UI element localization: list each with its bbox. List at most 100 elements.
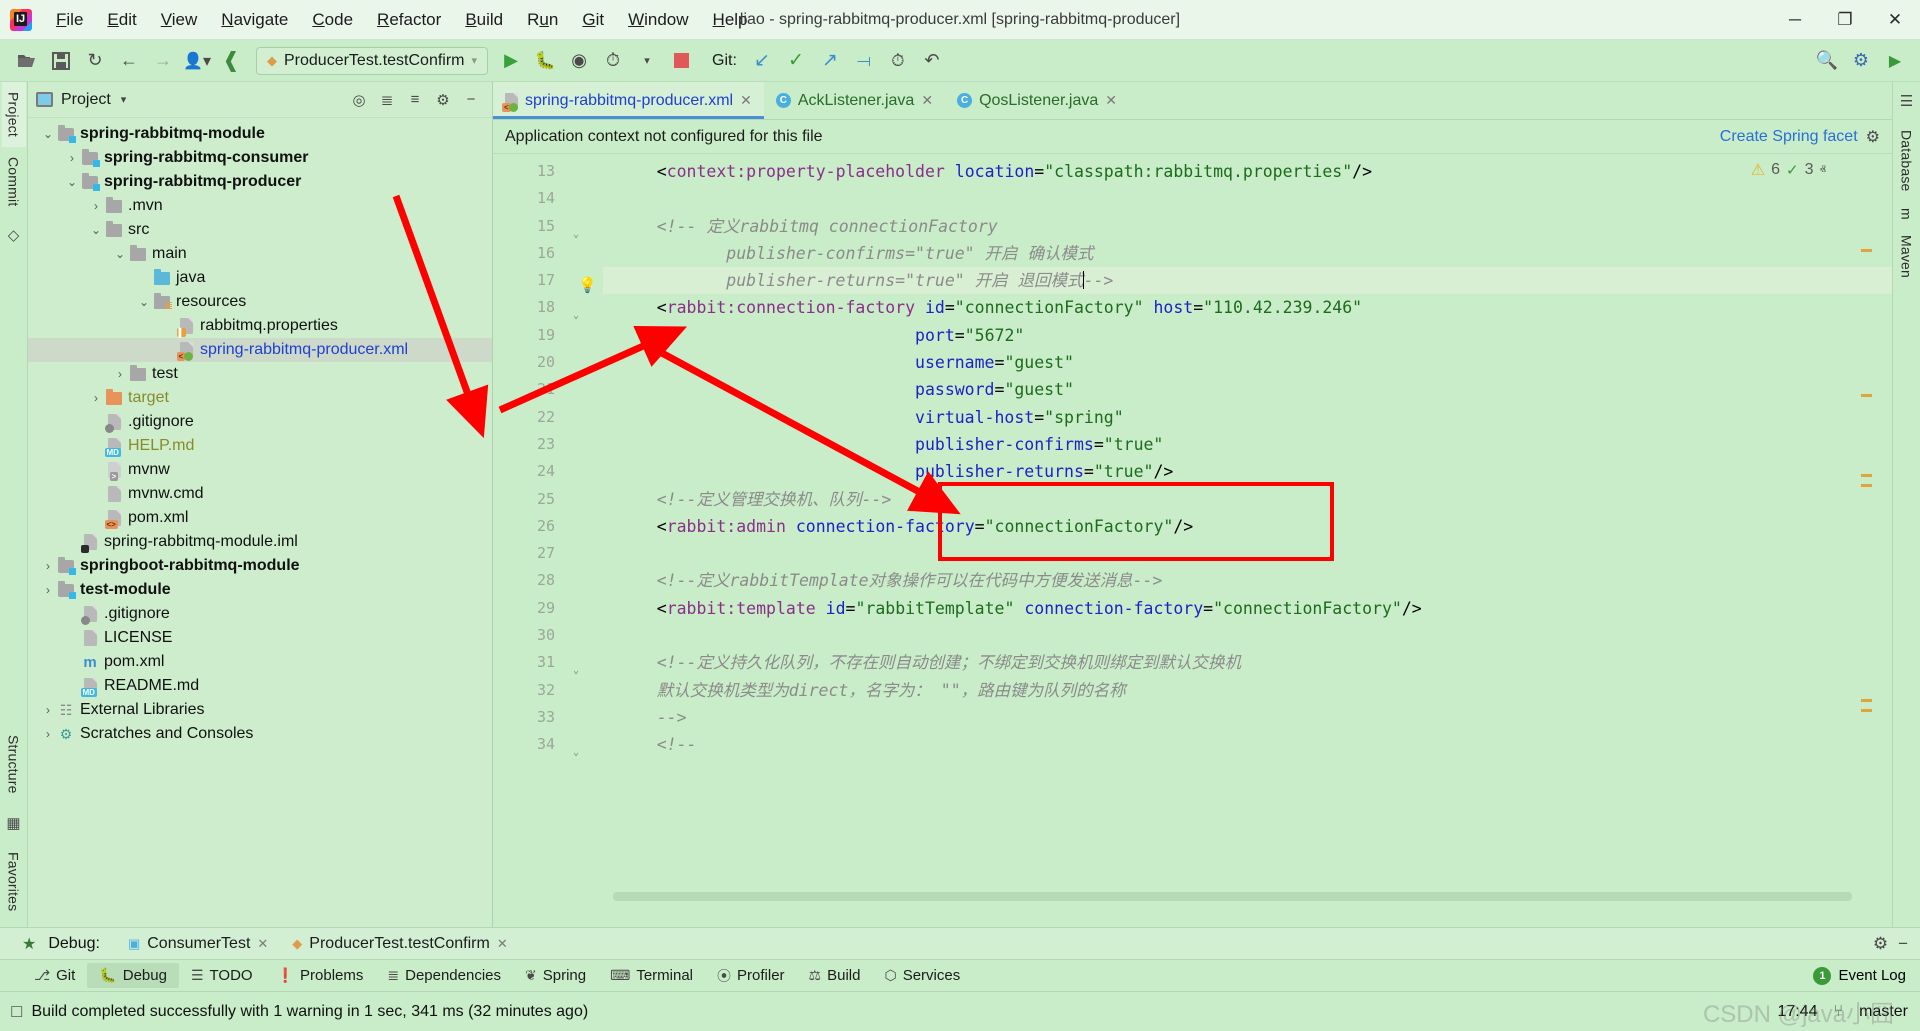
sidebar-tab-maven[interactable]: Maven (1895, 225, 1919, 288)
settings-gear-icon[interactable]: ⚙ (1866, 127, 1880, 147)
chevron-right-icon[interactable]: › (40, 583, 56, 597)
close-icon[interactable]: ✕ (1105, 92, 1117, 109)
sidebar-tab-m[interactable]: m (1895, 202, 1919, 226)
code-line[interactable]: publisher-returns="true"/> (603, 458, 1892, 485)
inspection-widget[interactable]: ⚠ 6 ✓ 3 ⱏ ⱟ (1751, 160, 1832, 180)
tree-node-main[interactable]: ⌄ main (28, 242, 492, 266)
code-line[interactable]: <context:property-placeholder location="… (603, 158, 1892, 185)
editor-status-stripe[interactable] (1860, 154, 1874, 929)
bottom-tab-build[interactable]: ⚖ Build (797, 963, 873, 988)
code-line[interactable]: <rabbit:admin connection-factory="connec… (603, 513, 1892, 540)
code-line[interactable]: 默认交换机类型为direct，名字为： ""，路由键为队列的名称 (603, 677, 1892, 704)
bottom-tool-bar[interactable]: ⎇ Git 🐛 Debug ☰ TODO ❗ Problems ≣ Dependencies ❦ Sp… (0, 959, 1920, 991)
bottom-tab-services[interactable]: ⬡ Services (872, 963, 972, 988)
code-line[interactable] (603, 622, 1892, 649)
update-project-icon[interactable]: 👤▾ (180, 45, 214, 77)
sidebar-tab-structure[interactable]: Structure (2, 725, 26, 804)
git-commit-icon[interactable]: ✓ (779, 45, 813, 77)
tree-node-gitignore[interactable]: ›.gitignore (28, 410, 492, 434)
chevron-right-icon[interactable]: › (112, 367, 128, 381)
code-line[interactable]: <!-- (603, 731, 1892, 758)
bottom-tab-problems[interactable]: ❗ Problems (265, 963, 376, 988)
collapse-all-icon[interactable]: ≡ (402, 87, 428, 113)
menu-item-edit[interactable]: Edit (95, 6, 148, 34)
close-icon[interactable]: ✕ (497, 936, 508, 952)
tree-node-resources[interactable]: ⌄ resources (28, 290, 492, 314)
bottom-tab-spring[interactable]: ❦ Spring (513, 963, 598, 988)
editor-tab-acklistener-java[interactable]: C AckListener.java ✕ (764, 82, 945, 119)
line-number[interactable]: 34 ⌄ (493, 731, 603, 758)
git-push-icon[interactable]: ↗ (813, 45, 847, 77)
tree-node-java[interactable]: ›java (28, 266, 492, 290)
line-number[interactable]: 30 (493, 622, 603, 649)
back-arrow-icon[interactable]: ← (112, 45, 146, 77)
git-update-icon[interactable]: ↙ (745, 45, 779, 77)
tree-node-mvnw-cmd[interactable]: ›mvnw.cmd (28, 482, 492, 506)
line-number[interactable]: 19 (493, 322, 603, 349)
git-branch-icon[interactable]: ⑂ (1833, 1003, 1843, 1021)
settings-gear-icon[interactable]: ⚙ (1873, 934, 1888, 954)
run-icon[interactable]: ▶ (494, 45, 528, 77)
code-line[interactable]: username="guest" (603, 349, 1892, 376)
line-number[interactable]: 13 (493, 158, 603, 185)
fold-toggle-icon[interactable]: ⌄ (568, 739, 579, 750)
debug-session-consumer-test[interactable]: ▣ ConsumerTest ✕ (118, 932, 278, 956)
code-line[interactable]: publisher-returns="true" 开启 退回模式--> (603, 267, 1892, 294)
bookmarks-icon[interactable]: ◇ (8, 226, 20, 244)
tree-node-src[interactable]: ⌄ src (28, 218, 492, 242)
bottom-tab-debug[interactable]: 🐛 Debug (87, 963, 179, 988)
fold-toggle-icon[interactable]: ⌄ (568, 221, 579, 232)
bottom-tab-profiler[interactable]: ⦿ Profiler (705, 962, 797, 990)
chevron-down-icon[interactable]: ⌄ (112, 247, 128, 261)
menu-item-help[interactable]: Help (701, 6, 760, 34)
line-number[interactable]: 32 (493, 677, 603, 704)
line-number[interactable]: 18 ⌄ (493, 294, 603, 321)
tree-node-spring-rabbitmq-module-iml[interactable]: ›spring-rabbitmq-module.iml (28, 530, 492, 554)
code-line[interactable]: --> (603, 704, 1892, 731)
menu-bar[interactable]: File Edit View Navigate Code Refactor Build Run… (44, 6, 760, 34)
chevron-down-icon[interactable]: ▾ (472, 54, 478, 67)
tree-node-help-md[interactable]: ›MDHELP.md (28, 434, 492, 458)
locate-icon[interactable]: ◎ (346, 87, 372, 113)
event-log-button[interactable]: 1 Event Log (1813, 967, 1920, 985)
settings-gear-icon[interactable]: ⚙ (1844, 45, 1878, 77)
tree-node-mvnw[interactable]: ›>mvnw (28, 458, 492, 482)
tree-node-scratches-and-consoles[interactable]: › ⚙ Scratches and Consoles (28, 722, 492, 746)
chevron-down-icon[interactable]: ▾ (630, 45, 664, 77)
line-number[interactable]: 14 (493, 185, 603, 212)
code-content[interactable]: <context:property-placeholder location="… (603, 154, 1892, 929)
previous-problem-icon[interactable]: ⱏ (1820, 162, 1826, 178)
line-number-gutter[interactable]: 13 14 15 ⌄ 16 17 💡 18 ⌄ 19 20 21 22 23 24 25 26 27 28 29 30 3… (493, 154, 603, 929)
undo-icon[interactable]: ↶ (915, 45, 949, 77)
menu-item-git[interactable]: Git (570, 6, 616, 34)
tree-node-license[interactable]: ›LICENSE (28, 626, 492, 650)
create-spring-facet-link[interactable]: Create Spring facet (1720, 128, 1858, 146)
tree-node-spring-rabbitmq-producer-xml[interactable]: ›<spring-rabbitmq-producer.xml (28, 338, 492, 362)
code-line[interactable]: <!--定义rabbitTemplate对象操作可以在代码中方便发送消息--> (603, 567, 1892, 594)
line-number[interactable]: 28 (493, 567, 603, 594)
line-number[interactable]: 22 (493, 404, 603, 431)
sidebar-tab-database[interactable]: Database (1895, 120, 1919, 202)
tree-node-test-module[interactable]: › test-module (28, 578, 492, 602)
menu-item-code[interactable]: Code (300, 6, 365, 34)
debug-bug-icon[interactable]: 🐛 (528, 45, 562, 77)
chevron-right-icon[interactable]: › (88, 391, 104, 405)
chevron-right-icon[interactable]: › (40, 703, 56, 717)
bottom-tab-todo[interactable]: ☰ TODO (179, 963, 265, 988)
forward-arrow-icon[interactable]: → (146, 45, 180, 77)
sidebar-tab-commit[interactable]: Commit (2, 147, 26, 216)
horizontal-scrollbar[interactable] (613, 892, 1852, 901)
tree-node-mvn[interactable]: › .mvn (28, 194, 492, 218)
chevron-down-icon[interactable]: ⌄ (136, 295, 152, 309)
tree-node-gitignore[interactable]: ›.gitignore (28, 602, 492, 626)
menu-item-file[interactable]: File (44, 6, 95, 34)
sidebar-tab-project[interactable]: Project (2, 82, 26, 147)
tree-node-rabbitmq-properties[interactable]: ›▌rabbitmq.properties (28, 314, 492, 338)
recent-icon[interactable]: ⏱ (881, 45, 915, 77)
line-number[interactable]: 33 (493, 704, 603, 731)
code-line[interactable]: publisher-confirms="true" (603, 431, 1892, 458)
open-folder-icon[interactable] (10, 45, 44, 77)
menu-item-view[interactable]: View (149, 6, 210, 34)
maximize-button[interactable]: ❐ (1820, 0, 1870, 40)
code-line[interactable]: publisher-confirms="true" 开启 确认模式 (603, 240, 1892, 267)
